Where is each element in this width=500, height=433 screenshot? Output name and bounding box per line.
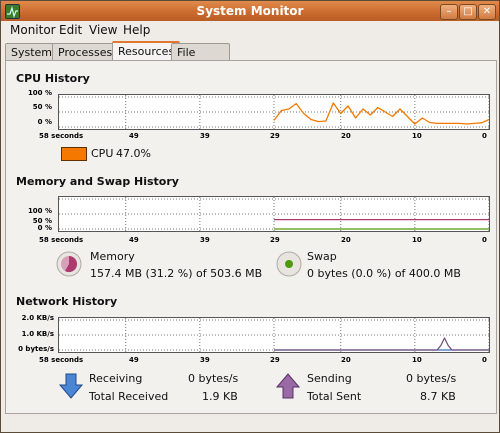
cpu-color-swatch[interactable]: [61, 147, 87, 161]
net-y-tick: 0 bytes/s: [18, 345, 54, 353]
sending-label: Sending: [307, 372, 352, 385]
net-x-tick: 10: [412, 356, 422, 364]
total-received-value: 1.9 KB: [202, 390, 238, 403]
close-icon[interactable]: ✕: [478, 4, 496, 20]
net-x-tick: 20: [341, 356, 351, 364]
cpu-graph: [58, 94, 490, 130]
net-x-tick: 0: [482, 356, 487, 364]
menu-view[interactable]: View: [89, 23, 117, 37]
net-x-tick: 29: [270, 356, 280, 364]
mem-y-tick: 100 %: [27, 207, 52, 215]
cpu-y-tick: 100 %: [27, 89, 52, 97]
cpu-legend-value: 47.0%: [116, 147, 151, 160]
cpu-history-title: CPU History: [16, 72, 90, 85]
receiving-arrow-icon[interactable]: [58, 373, 84, 399]
cpu-legend-label: CPU: [91, 147, 114, 160]
mem-x-tick: 20: [341, 236, 351, 244]
cpu-chart-svg: [59, 95, 490, 129]
resources-panel: CPU History 100 % 50 % 0 % 58 seconds 49…: [5, 60, 497, 414]
sending-arrow-icon[interactable]: [275, 373, 301, 399]
receiving-value: 0 bytes/s: [188, 372, 239, 385]
status-area: [1, 414, 499, 432]
mem-y-tick: 0 %: [37, 224, 52, 232]
maximize-icon[interactable]: □: [459, 4, 477, 20]
menu-edit[interactable]: Edit: [59, 23, 82, 37]
cpu-x-tick: 49: [129, 132, 139, 140]
mem-x-tick: 39: [200, 236, 210, 244]
net-x-tick: 49: [129, 356, 139, 364]
memory-swap-history-title: Memory and Swap History: [16, 175, 179, 188]
network-graph: [58, 317, 490, 353]
cpu-x-tick: 0: [482, 132, 487, 140]
mem-x-tick: 10: [412, 236, 422, 244]
cpu-x-tick: 10: [412, 132, 422, 140]
cpu-x-tick: 20: [341, 132, 351, 140]
tab-system[interactable]: System: [5, 43, 59, 61]
title-bar[interactable]: System Monitor – □ ✕: [1, 1, 499, 21]
memory-graph: [58, 196, 490, 232]
total-received-label: Total Received: [89, 390, 169, 403]
menu-help[interactable]: Help: [123, 23, 150, 37]
mem-x-tick: 29: [270, 236, 280, 244]
network-history-title: Network History: [16, 295, 118, 308]
swap-label: Swap: [307, 250, 337, 263]
memory-pie-icon[interactable]: [56, 251, 82, 277]
memory-value: 157.4 MB (31.2 %) of 503.6 MB: [90, 267, 263, 280]
cpu-y-tick: 0 %: [37, 118, 52, 126]
series-line-cpu: [273, 102, 490, 125]
net-x-tick: 39: [200, 356, 210, 364]
mem-x-tick: 0: [482, 236, 487, 244]
minimize-icon[interactable]: –: [440, 4, 458, 20]
cpu-x-tick: 39: [200, 132, 210, 140]
memory-chart-svg: [59, 197, 490, 231]
network-chart-svg: [59, 318, 490, 352]
net-y-tick: 2.0 KB/s: [21, 314, 54, 322]
swap-value: 0 bytes (0.0 %) of 400.0 MB: [307, 267, 461, 280]
menu-monitor[interactable]: Monitor: [10, 23, 56, 37]
menu-bar: Monitor Edit View Help: [1, 21, 499, 39]
sending-value: 0 bytes/s: [406, 372, 457, 385]
series-line-sending: [274, 337, 489, 351]
tab-processes[interactable]: Processes: [52, 43, 119, 61]
tab-file-systems[interactable]: File Systems: [171, 43, 230, 76]
mem-x-tick: 58 seconds: [39, 236, 84, 244]
memory-label: Memory: [90, 250, 135, 263]
cpu-x-tick: 58 seconds: [39, 132, 84, 140]
system-monitor-window: System Monitor – □ ✕ Monitor Edit View H…: [0, 0, 500, 433]
net-y-tick: 1.0 KB/s: [21, 330, 54, 338]
mem-x-tick: 49: [129, 236, 139, 244]
cpu-y-tick: 50 %: [32, 103, 52, 111]
total-sent-label: Total Sent: [307, 390, 362, 403]
swap-pie-icon[interactable]: [276, 251, 302, 277]
receiving-label: Receiving: [89, 372, 143, 385]
cpu-x-tick: 29: [270, 132, 280, 140]
total-sent-value: 8.7 KB: [420, 390, 456, 403]
window-title: System Monitor: [196, 4, 304, 18]
net-x-tick: 58 seconds: [39, 356, 84, 364]
